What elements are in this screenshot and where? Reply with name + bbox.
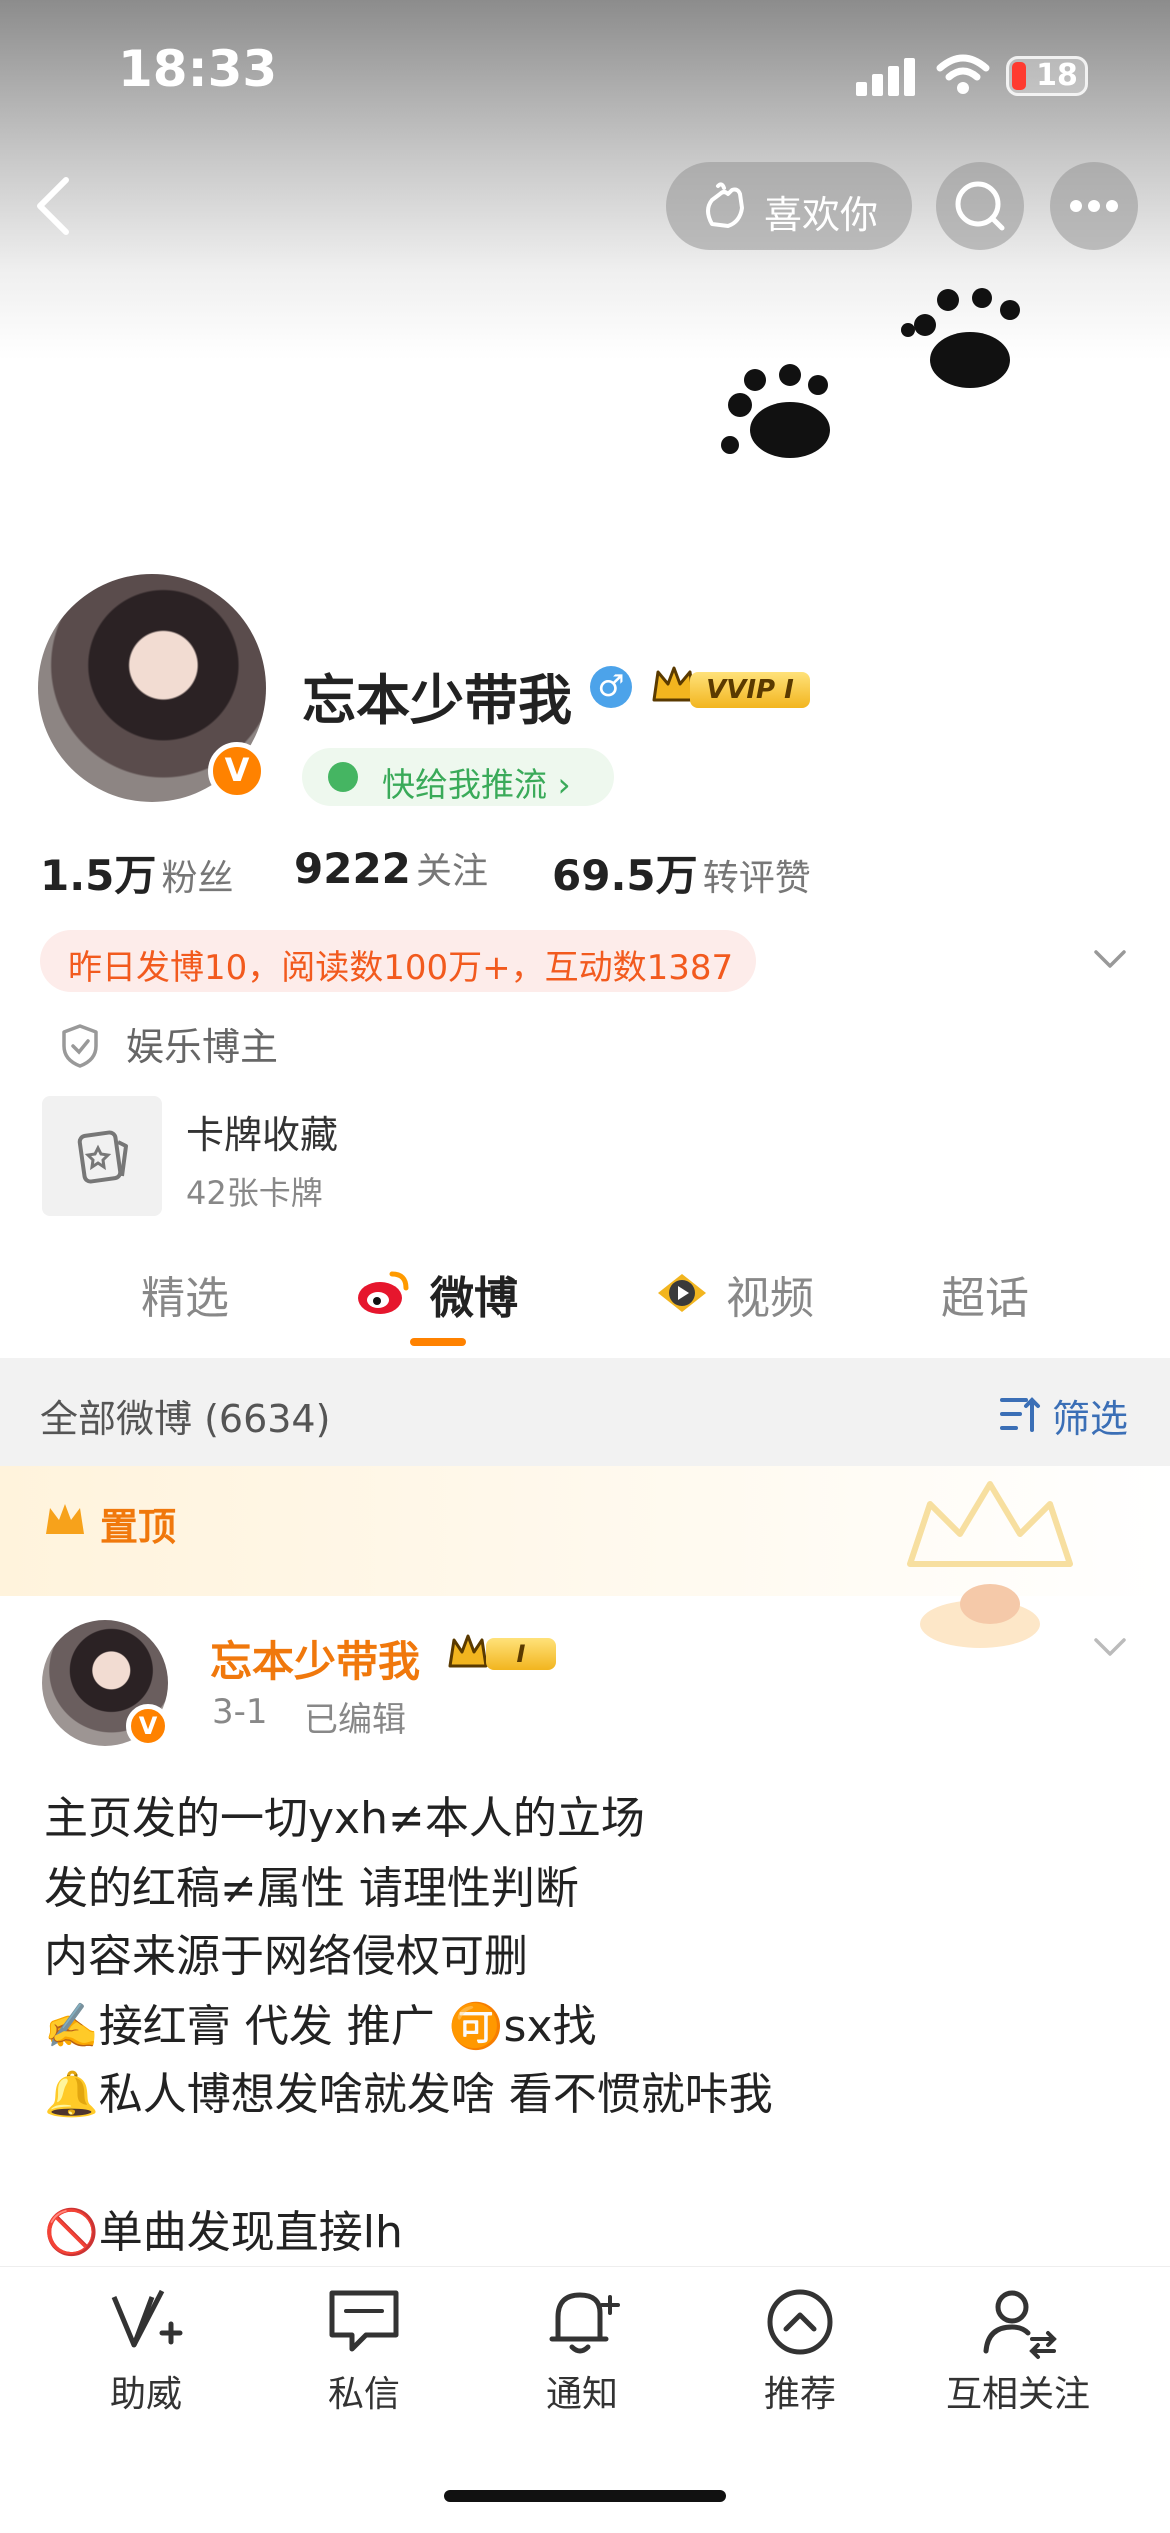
post-vip-badge[interactable]: I (486, 1638, 556, 1670)
post-line: 🔔私人博想发啥就发啥 看不惯就咔我 (44, 2069, 773, 2120)
mutual-follow-button[interactable]: 互相关注 (918, 2283, 1118, 2417)
back-arrow-icon[interactable] (30, 174, 74, 238)
card-icon (77, 1130, 128, 1184)
post-line: 主页发的一切yxh≠本人的立场 (44, 1793, 645, 1844)
post-chevron-down-icon[interactable] (1090, 1632, 1130, 1660)
fans-stat[interactable]: 1.5万 粉丝 (40, 842, 234, 903)
post-line: 🚫单曲发现直接lh (44, 2207, 403, 2258)
cheer-label: 助威 (109, 2374, 182, 2415)
bell-plus-icon (549, 2292, 620, 2354)
signal-icon (856, 56, 916, 96)
post-date: 3-1 (212, 1692, 268, 1732)
notify-button[interactable]: 通知 (482, 2283, 682, 2417)
verified-badge-icon: V (208, 742, 266, 800)
tab-video-label: 视频 (726, 1273, 814, 1324)
push-traffic-button[interactable]: 快给我推流 › (302, 748, 614, 806)
cheer-button[interactable]: 助威 (46, 2283, 246, 2417)
tab-weibo-label: 微博 (430, 1273, 518, 1324)
following-count: 9222 (294, 844, 411, 893)
pinned-label: 置顶 (100, 1505, 177, 1549)
pinned-bar: 置顶 (0, 1466, 1170, 1648)
like-you-button[interactable]: 喜欢你 (666, 162, 912, 250)
all-weibo-count-label: 全部微博 (6634) (40, 1397, 331, 1441)
tab-featured-label: 精选 (141, 1273, 229, 1324)
filter-icon[interactable] (998, 1394, 1042, 1434)
post-line: ✍️接红膏 代发 推广 🉑sx找 (44, 2001, 597, 2052)
search-icon (955, 181, 1005, 231)
activity-info-banner: 昨日发博10，阅读数100万+，互动数1387 (40, 930, 756, 992)
fans-count: 1.5万 (40, 851, 157, 900)
card-collection-count: 42张卡牌 (186, 1174, 323, 1212)
recommend-label: 推荐 (763, 2374, 836, 2415)
post-edited-label: 已编辑 (304, 1700, 406, 1740)
notify-label: 通知 (545, 2374, 618, 2415)
tag-label: 娱乐博主 (126, 1025, 279, 1069)
more-button[interactable] (1050, 162, 1138, 250)
active-tab-indicator (410, 1338, 466, 1346)
recommend-button[interactable]: 推荐 (700, 2283, 900, 2417)
more-dots-icon (1070, 200, 1118, 212)
paw-prints-decoration (721, 288, 1020, 458)
engagement-label: 转评赞 (702, 858, 811, 899)
tab-featured[interactable]: 精选 (90, 1262, 280, 1326)
battery-icon: 18 (1006, 56, 1088, 96)
shield-icon (62, 1024, 98, 1068)
vvip-badge[interactable]: VVIP I (690, 672, 810, 708)
card-collection-title[interactable]: 卡牌收藏 (186, 1104, 338, 1159)
post-line: 内容来源于网络侵权可删 (44, 1931, 528, 1982)
chevron-up-circle-icon (767, 2289, 833, 2355)
message-label: 私信 (327, 2374, 400, 2415)
fans-label: 粉丝 (161, 858, 234, 899)
hand-heart-icon (706, 182, 744, 228)
v-plus-icon (111, 2289, 183, 2348)
battery-level: 18 (1036, 58, 1078, 93)
push-traffic-label: 快给我推流 › (382, 765, 571, 804)
post-verified-badge-icon: V (126, 1704, 170, 1748)
following-label: 关注 (416, 851, 489, 892)
weibo-logo-icon (358, 1271, 409, 1314)
post-line: 发的红稿≠属性 请理性判断 (44, 1863, 579, 1914)
following-stat[interactable]: 9222 关注 (294, 842, 488, 894)
pinned-crown-icon (46, 1504, 84, 1534)
profile-username: 忘本少带我 (302, 669, 572, 732)
male-gender-icon: ♂ (590, 666, 632, 708)
post-vip-crown-icon (448, 1634, 488, 1668)
chevron-down-icon[interactable] (1090, 944, 1130, 972)
tab-super-topic[interactable]: 超话 (900, 1262, 1070, 1326)
like-you-label: 喜欢你 (764, 193, 879, 237)
tab-super-topic-label: 超话 (941, 1273, 1029, 1324)
mutual-follow-icon (983, 2290, 1057, 2359)
home-indicator (444, 2490, 726, 2502)
search-button[interactable] (936, 162, 1024, 250)
activity-info-text: 昨日发博10，阅读数100万+，互动数1387 (68, 948, 734, 988)
engagement-count: 69.5万 (552, 851, 698, 900)
wifi-icon (936, 54, 990, 94)
status-bar-time: 18:33 (118, 40, 278, 98)
filter-button[interactable]: 筛选 (1052, 1388, 1128, 1443)
card-collection-thumbnail[interactable] (42, 1096, 162, 1216)
all-weibo-bar: 全部微博 (6634) 筛选 (0, 1358, 1170, 1466)
video-play-icon (658, 1274, 706, 1312)
chat-bubble-icon (329, 2290, 399, 2352)
engagement-stat[interactable]: 69.5万 转评赞 (552, 842, 811, 903)
post-author-name[interactable]: 忘本少带我 (210, 1628, 420, 1689)
mutual-follow-label: 互相关注 (945, 2374, 1090, 2415)
smile-icon (328, 762, 358, 792)
crown-decoration-icon (907, 1481, 1073, 1648)
message-button[interactable]: 私信 (264, 2283, 464, 2417)
